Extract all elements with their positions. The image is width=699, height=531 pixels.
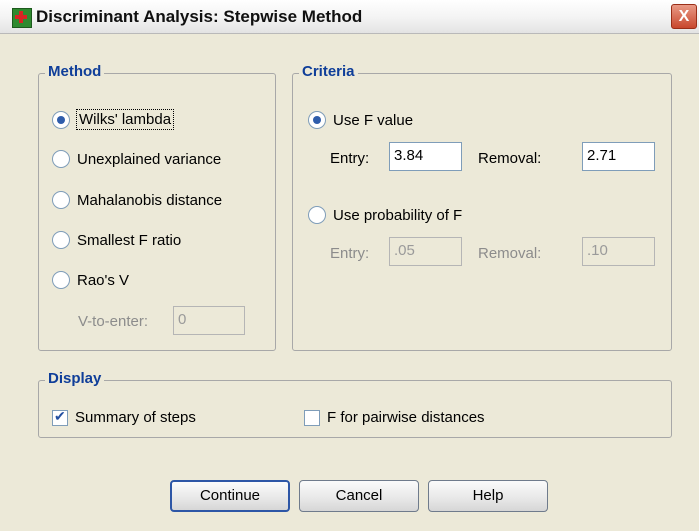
radio-icon (308, 111, 326, 129)
radio-icon (308, 206, 326, 224)
radio-raos-v[interactable]: Rao's V (52, 271, 129, 289)
prob-removal-label: Removal: (478, 245, 542, 262)
app-icon (12, 8, 32, 28)
continue-button[interactable]: Continue (170, 480, 290, 512)
f-removal-label: Removal: (478, 150, 542, 167)
f-removal-field[interactable]: 2.71 (582, 142, 655, 171)
radio-unexplained-variance[interactable]: Unexplained variance (52, 150, 221, 168)
help-button[interactable]: Help (428, 480, 548, 512)
checkbox-summary-of-steps[interactable]: Summary of steps (52, 408, 196, 426)
prob-entry-label: Entry: (330, 245, 370, 262)
radio-label: Wilks' lambda (75, 109, 175, 130)
prob-entry-field[interactable]: .05 (389, 237, 462, 266)
radio-icon (52, 191, 70, 209)
radio-label: Use F value (333, 111, 414, 129)
radio-use-f-value[interactable]: Use F value (308, 111, 413, 129)
criteria-legend: Criteria (299, 63, 358, 80)
checkbox-label: Summary of steps (75, 409, 196, 426)
f-entry-field[interactable]: 3.84 (389, 142, 462, 171)
radio-icon (52, 110, 70, 129)
radio-label: Use probability of F (333, 206, 463, 224)
prob-removal-field[interactable]: .10 (582, 237, 655, 266)
checkbox-f-pairwise-distances[interactable]: F for pairwise distances (304, 409, 485, 426)
radio-label: Rao's V (77, 271, 130, 289)
method-legend: Method (45, 63, 105, 80)
radio-wilks-lambda[interactable]: Wilks' lambda (52, 109, 175, 130)
radio-label: Smallest F ratio (77, 231, 182, 249)
v-to-enter-field[interactable]: 0 (173, 306, 245, 335)
radio-icon (52, 271, 70, 289)
radio-label: Mahalanobis distance (77, 191, 223, 209)
radio-mahalanobis-distance[interactable]: Mahalanobis distance (52, 191, 222, 209)
title-bar: Discriminant Analysis: Stepwise Method X (0, 0, 699, 34)
radio-icon (52, 150, 70, 168)
cancel-button[interactable]: Cancel (299, 480, 419, 512)
radio-label: Unexplained variance (77, 150, 222, 168)
radio-use-probability-of-f[interactable]: Use probability of F (308, 206, 462, 224)
close-button[interactable]: X (671, 4, 697, 29)
display-legend: Display (45, 370, 105, 387)
v-to-enter-label: V-to-enter: (78, 313, 149, 330)
radio-icon (52, 231, 70, 249)
window-title: Discriminant Analysis: Stepwise Method (36, 7, 363, 26)
checkbox-icon (52, 408, 68, 426)
f-entry-label: Entry: (330, 150, 370, 167)
checkbox-label: F for pairwise distances (327, 409, 485, 426)
radio-smallest-f-ratio[interactable]: Smallest F ratio (52, 231, 181, 249)
checkbox-icon (304, 409, 320, 426)
